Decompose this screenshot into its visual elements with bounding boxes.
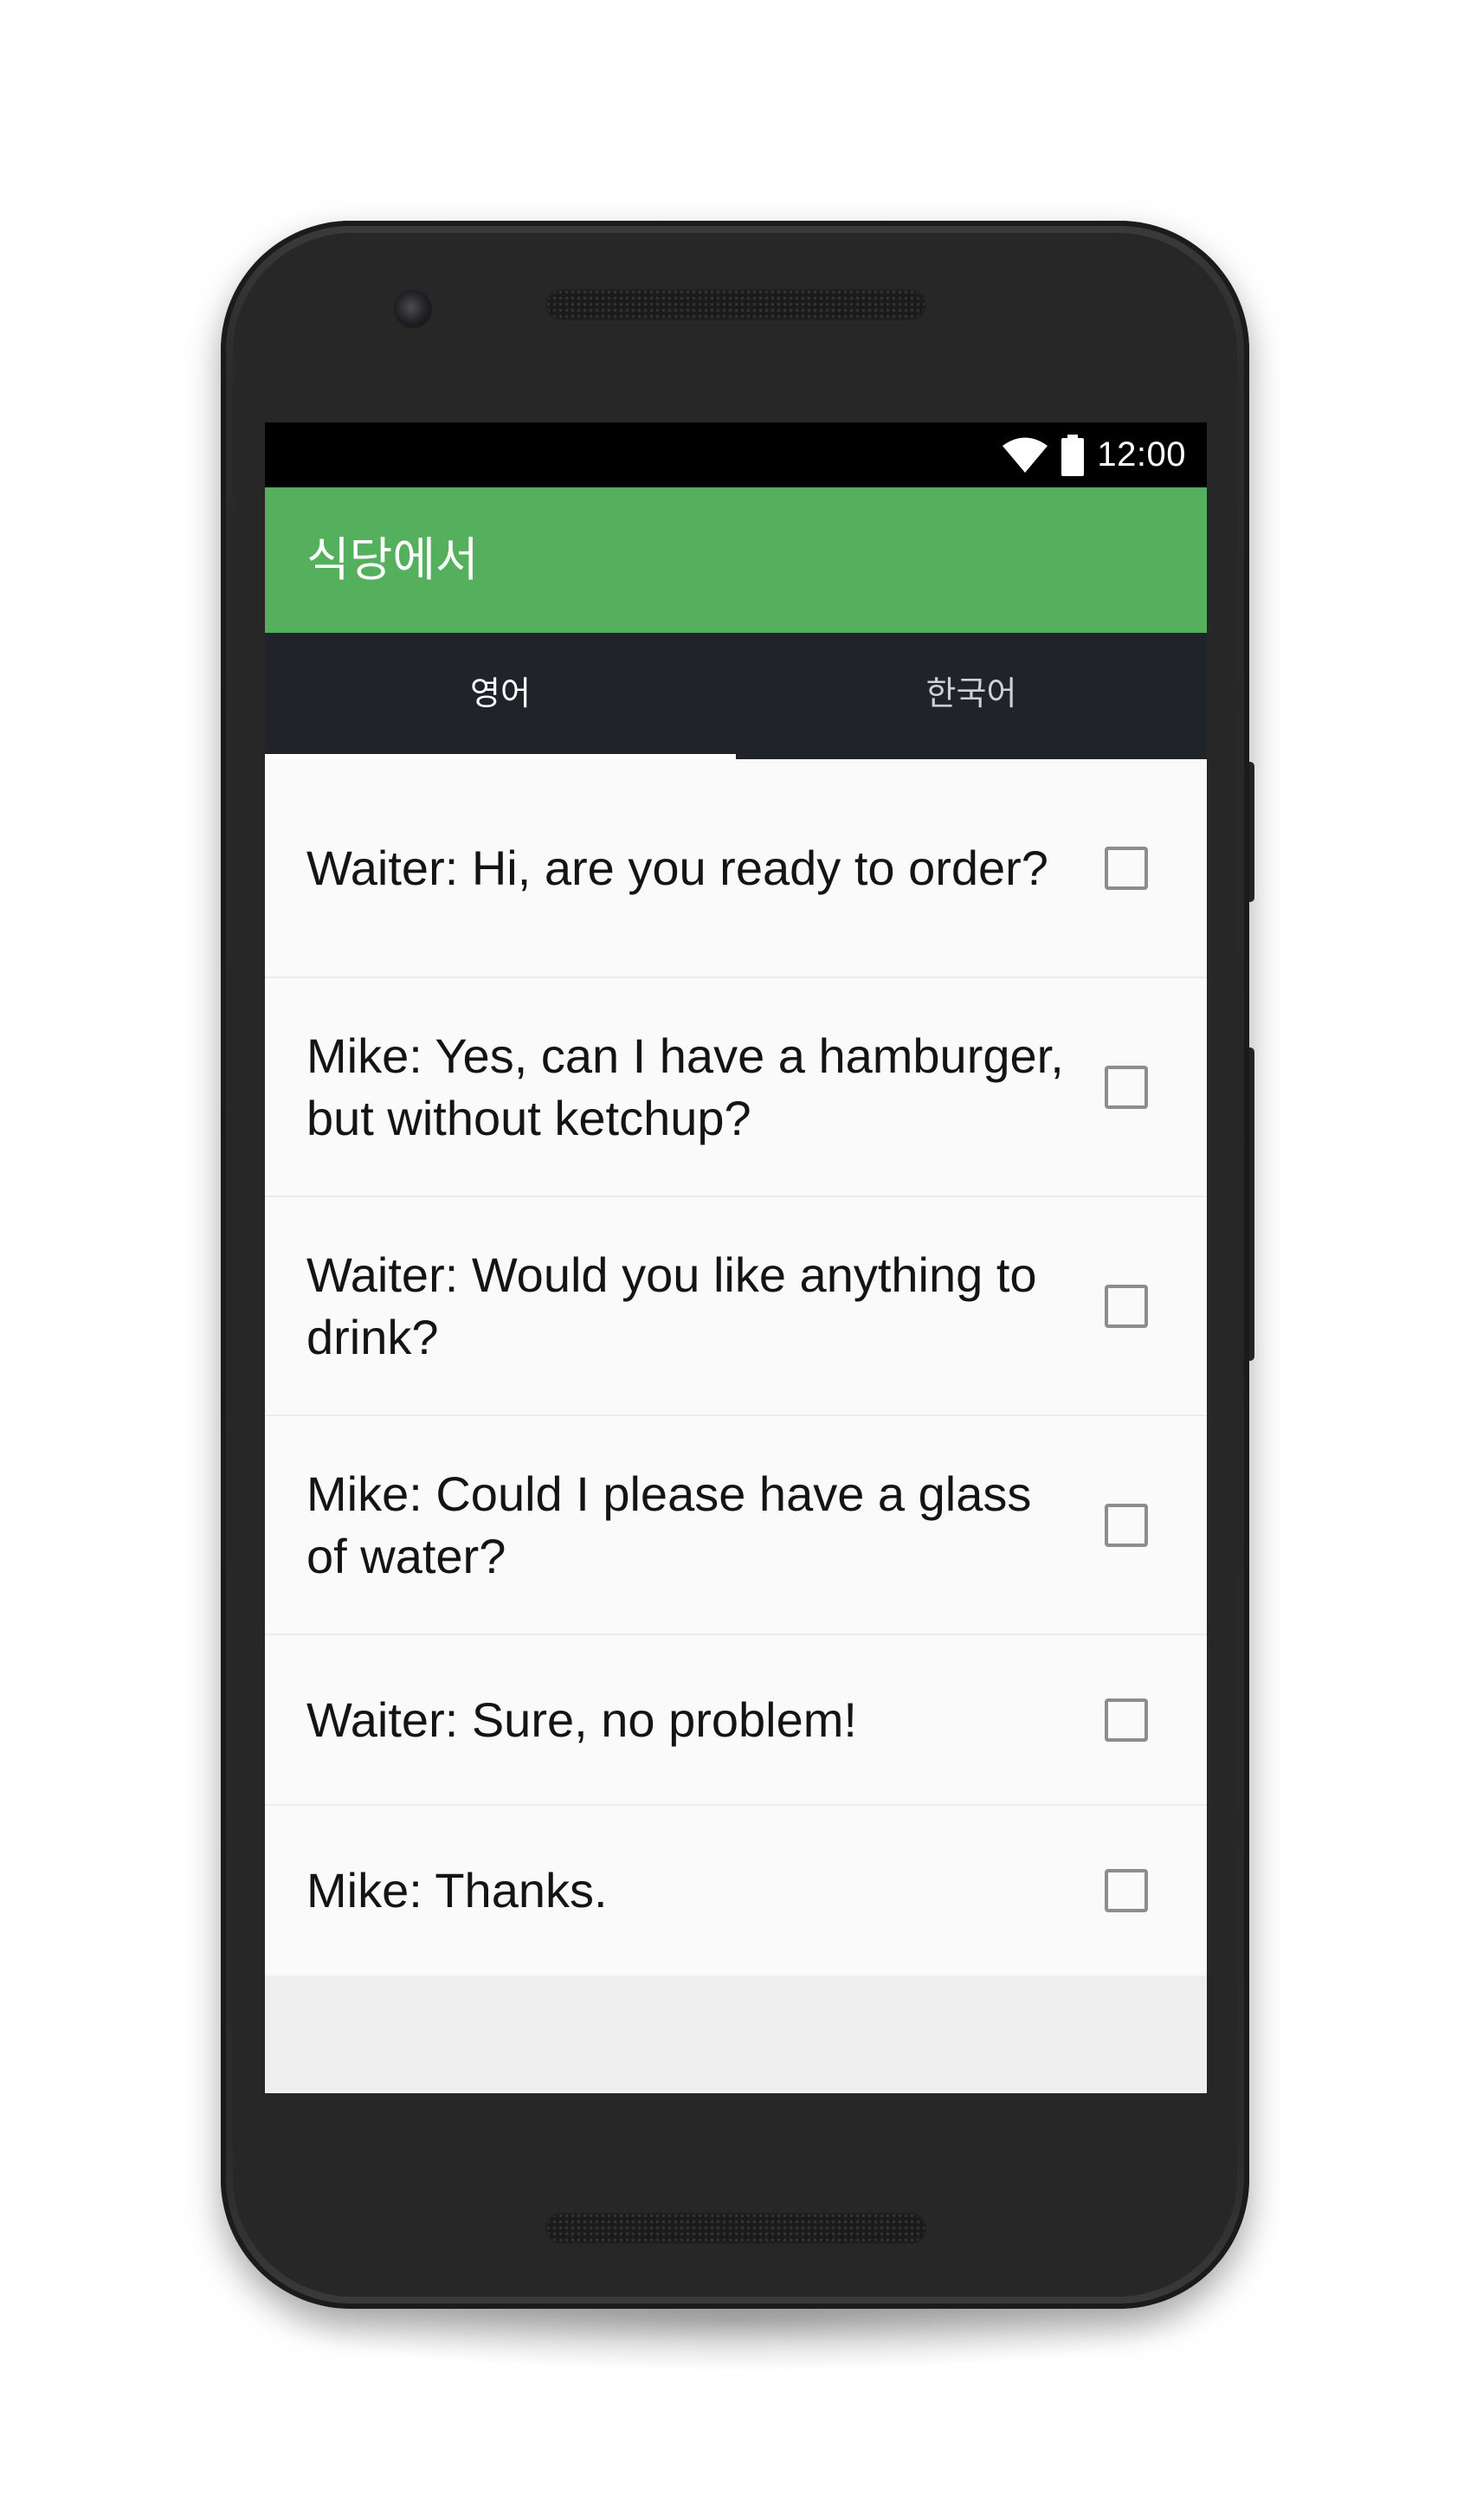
line-checkbox[interactable]: [1105, 1698, 1148, 1742]
status-clock: 12:00: [1097, 435, 1186, 474]
stage: 12:00 식당에서 영어 한국어 Waiter: Hi, are you re…: [0, 0, 1470, 2520]
front-camera-icon: [394, 290, 432, 328]
wifi-icon: [1002, 436, 1048, 474]
line-checkbox[interactable]: [1105, 1869, 1148, 1912]
line-checkbox[interactable]: [1105, 1065, 1148, 1109]
app-title: 식당에서: [306, 532, 479, 587]
line-checkbox[interactable]: [1105, 1284, 1148, 1328]
status-icons: 12:00: [1002, 422, 1186, 487]
dialogue-line: Mike: Thanks.: [306, 1863, 608, 1917]
app-bar: 식당에서: [265, 487, 1207, 633]
list-item: Waiter: Hi, are you ready to order?: [265, 759, 1207, 978]
list-item: Waiter: Sure, no problem!: [265, 1635, 1207, 1806]
dialogue-line: Mike: Could I please have a glass of wat…: [306, 1466, 1032, 1583]
tab-korean[interactable]: 한국어: [736, 633, 1207, 759]
list-item: Waiter: Would you like anything to drink…: [265, 1197, 1207, 1416]
dialogue-list: Waiter: Hi, are you ready to order? Mike…: [265, 759, 1207, 1975]
line-checkbox[interactable]: [1105, 846, 1148, 890]
dialogue-line: Waiter: Would you like anything to drink…: [306, 1247, 1037, 1364]
battery-icon: [1061, 434, 1085, 476]
tab-bar: 영어 한국어: [265, 633, 1207, 759]
phone-screen: 12:00 식당에서 영어 한국어 Waiter: Hi, are you re…: [265, 422, 1207, 2093]
top-speaker-grille: [545, 289, 926, 320]
dialogue-line: Waiter: Hi, are you ready to order?: [306, 840, 1048, 895]
dialogue-line: Waiter: Sure, no problem!: [306, 1692, 857, 1747]
line-checkbox[interactable]: [1105, 1503, 1148, 1547]
list-item: Mike: Could I please have a glass of wat…: [265, 1416, 1207, 1635]
dialogue-line: Mike: Yes, can I have a hamburger, but w…: [306, 1028, 1064, 1145]
list-item: Mike: Yes, can I have a hamburger, but w…: [265, 978, 1207, 1197]
list-item: Mike: Thanks.: [265, 1806, 1207, 1975]
tab-english[interactable]: 영어: [265, 633, 736, 759]
bottom-speaker-grille: [545, 2213, 926, 2244]
status-bar: 12:00: [265, 422, 1207, 487]
